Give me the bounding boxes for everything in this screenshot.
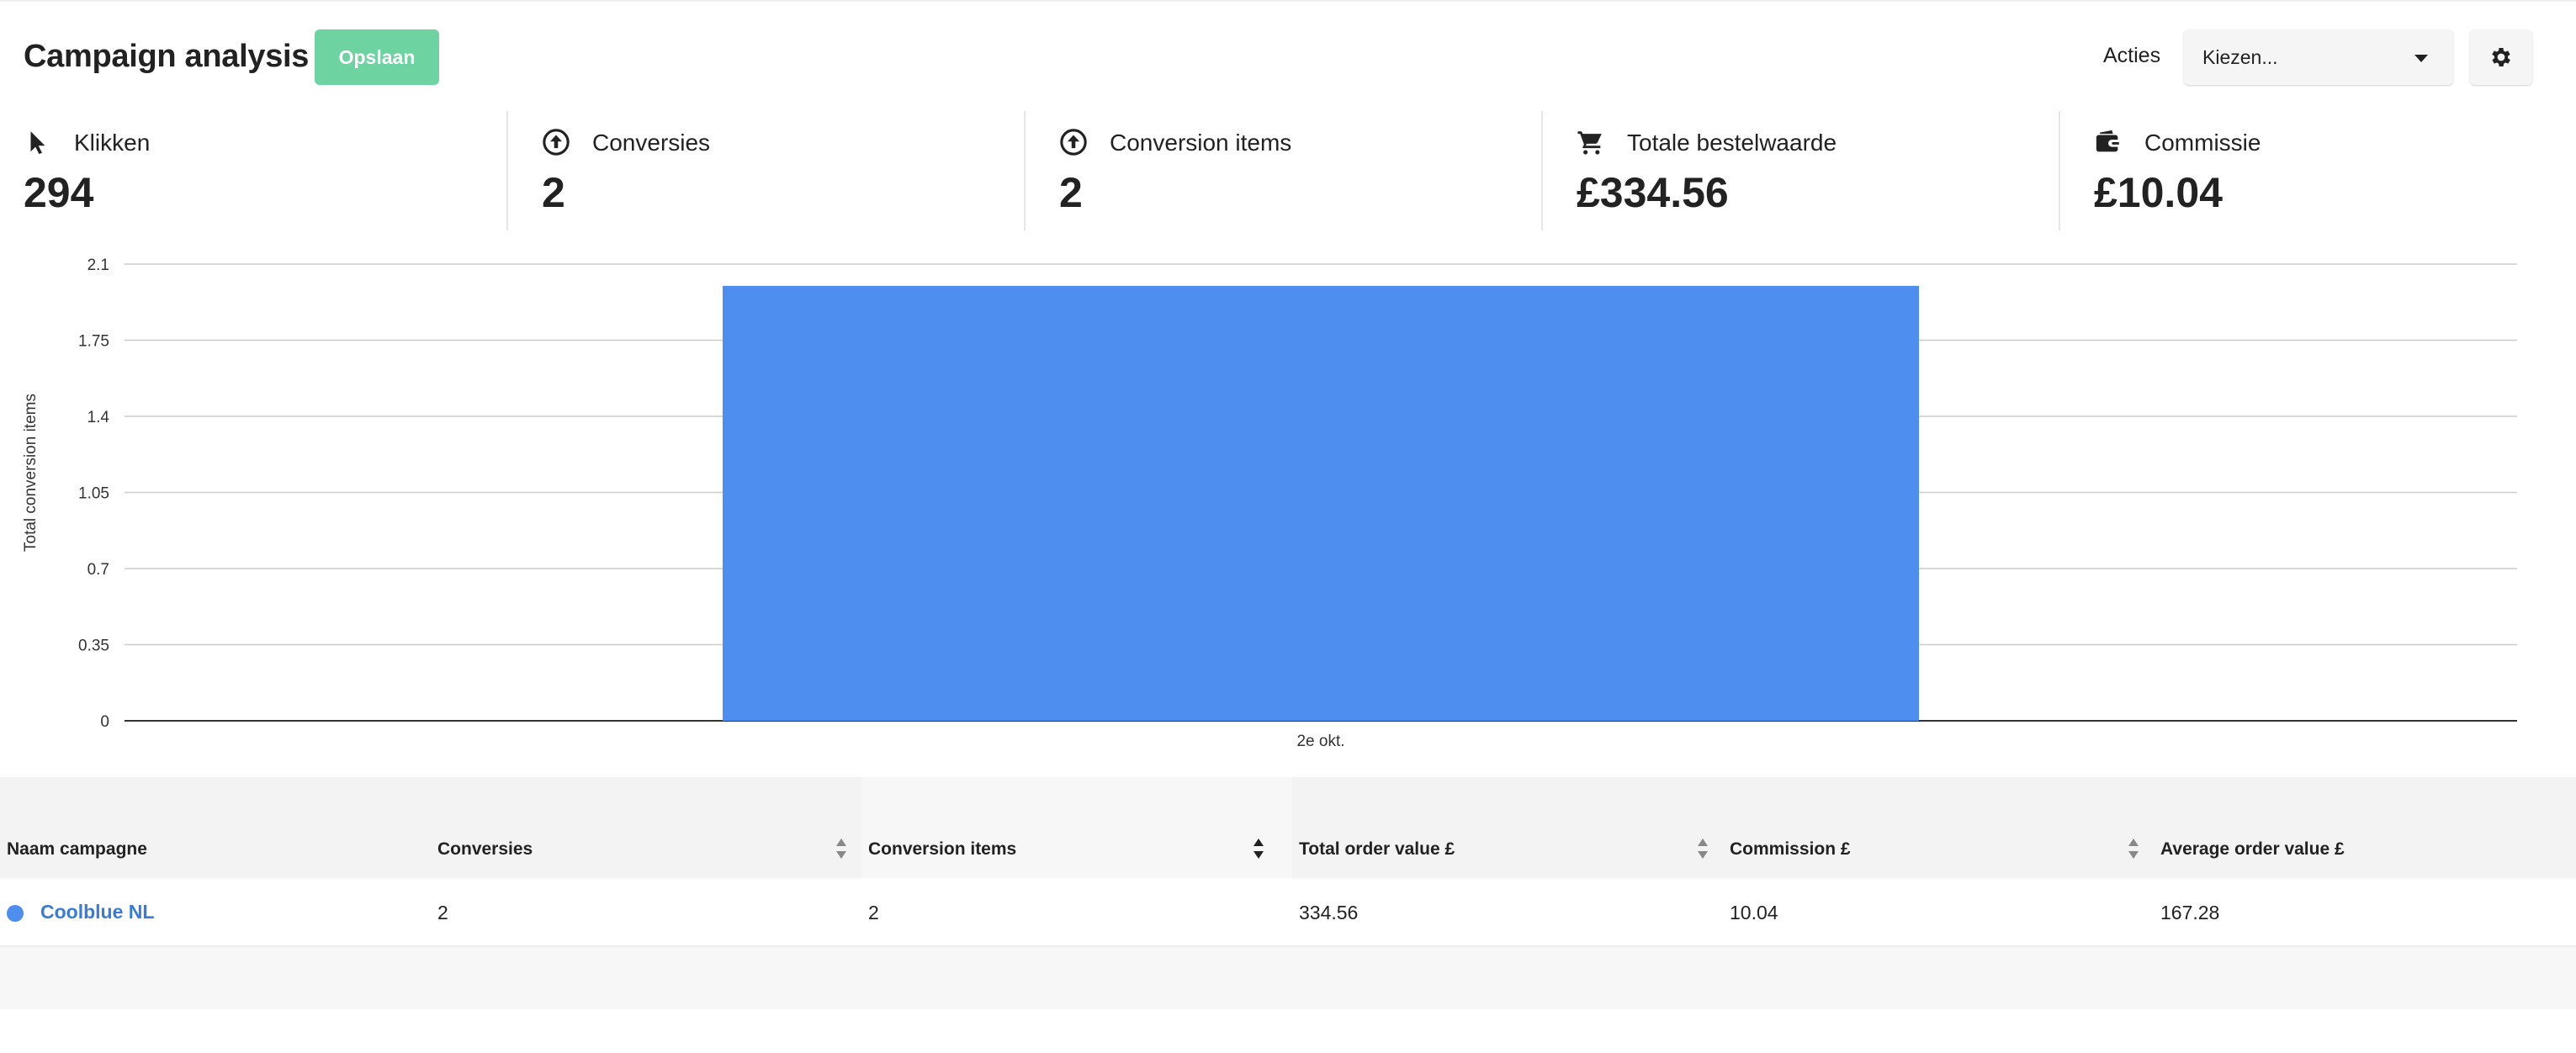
sort-icon[interactable] <box>1696 836 1709 861</box>
cart-icon <box>1577 131 1602 155</box>
cell-value: 2 <box>868 902 879 923</box>
table-row[interactable]: Coolblue NL 2 2 334.56 10.04 167.28 <box>0 878 2576 945</box>
chevron-down-icon <box>2414 55 2428 62</box>
column-header[interactable]: Total order value £ <box>1292 777 1723 878</box>
sort-icon[interactable] <box>1252 836 1265 861</box>
cursor-icon <box>30 131 45 155</box>
conversion-items-chart: 0 0.35 0.7 1.05 1.4 1.75 2.1 2e okt. Total con… <box>22 257 2517 750</box>
y-tick-label: 2.1 <box>87 257 109 274</box>
wallet-icon <box>2096 130 2119 152</box>
cell-campaign: Coolblue NL <box>0 878 431 945</box>
arrow-up-circle-icon <box>543 129 570 156</box>
kpi-value: £10.04 <box>2094 169 2223 216</box>
page-title: Campaign analysis <box>24 39 310 74</box>
kpi-value: 2 <box>1059 169 1083 216</box>
chart-y-ticks: 0 0.35 0.7 1.05 1.4 1.75 2.1 <box>78 257 109 731</box>
cell-conversions: 2 <box>431 878 861 945</box>
kpi-label: Klikken <box>74 130 151 156</box>
kpi-value: 2 <box>542 169 565 216</box>
chart-bars <box>723 285 1919 721</box>
bar <box>723 285 1919 721</box>
y-tick-label: 0 <box>100 713 109 731</box>
cell-total-order-value: 334.56 <box>1292 878 1723 945</box>
save-button[interactable]: Opslaan <box>315 29 439 85</box>
y-tick-label: 0.7 <box>87 561 109 579</box>
x-tick-label: 2e okt. <box>1296 733 1344 750</box>
cell-value: 334.56 <box>1299 902 1359 923</box>
gear-icon <box>2492 48 2510 66</box>
chart-y-axis-label: Total conversion items <box>22 394 40 552</box>
sort-icon[interactable] <box>835 836 848 861</box>
settings-button[interactable] <box>2470 29 2532 85</box>
y-tick-label: 1.75 <box>78 333 109 351</box>
column-header: Average order value £ <box>2154 777 2576 878</box>
cell-conversion-items: 2 <box>861 878 1292 945</box>
cell-value: 2 <box>437 902 448 923</box>
kpi-commission: Commissie £10.04 <box>2059 111 2576 230</box>
column-header[interactable]: Conversies <box>431 777 861 878</box>
cell-value: 10.04 <box>1730 902 1778 923</box>
series-color-dot <box>7 905 24 922</box>
column-header-label: Commission £ <box>1730 839 1851 859</box>
kpi-label: Conversies <box>592 130 711 156</box>
column-header-label: Average order value £ <box>2160 839 2345 859</box>
kpi-label: Totale bestelwaarde <box>1627 130 1837 156</box>
column-header-label: Conversies <box>437 839 533 859</box>
cell-commission: 10.04 <box>1723 878 2154 945</box>
y-tick-label: 1.05 <box>78 485 109 503</box>
kpi-conversions: Conversies 2 <box>506 111 1024 230</box>
kpi-label: Commissie <box>2144 130 2261 156</box>
table-footer <box>0 945 2576 1009</box>
campaign-link[interactable]: Coolblue NL <box>40 901 154 923</box>
column-header-label: Total order value £ <box>1299 839 1455 859</box>
cell-value: 167.28 <box>2160 902 2220 923</box>
top-border <box>0 0 2576 2</box>
kpi-value: 294 <box>24 169 94 216</box>
arrow-up-circle-icon <box>1060 129 1087 156</box>
column-header[interactable]: Conversion items <box>861 777 1292 878</box>
y-tick-label: 1.4 <box>87 409 110 426</box>
kpi-row: Klikken 294 Conversies 2 Conversion item… <box>0 111 2576 230</box>
page-header: Campaign analysis Opslaan Acties Kiezen.… <box>0 24 2576 94</box>
column-header-label: Conversion items <box>868 839 1017 859</box>
column-header-label: Naam campagne <box>7 839 147 859</box>
y-tick-label: 0.35 <box>78 638 109 655</box>
actions-select[interactable]: Kiezen... <box>2184 29 2453 85</box>
column-header: Naam campagne <box>0 777 431 878</box>
table-header: Naam campagne Conversies Conversion items T… <box>0 777 2576 878</box>
sort-icon[interactable] <box>2127 836 2140 861</box>
cell-average-order-value: 167.28 <box>2154 878 2576 945</box>
campaign-table: Naam campagne Conversies Conversion items T… <box>0 777 2576 1009</box>
column-header[interactable]: Commission £ <box>1723 777 2154 878</box>
actions-select-value: Kiezen... <box>2202 46 2278 68</box>
chart-x-ticks: 2e okt. <box>1296 733 1344 750</box>
kpi-clicks: Klikken 294 <box>0 111 517 230</box>
kpi-label: Conversion items <box>1110 130 1292 156</box>
kpi-total-order-value: Totale bestelwaarde £334.56 <box>1541 111 2059 230</box>
kpi-value: £334.56 <box>1577 169 1729 216</box>
actions-label: Acties <box>2103 44 2161 67</box>
kpi-conversion-items: Conversion items 2 <box>1024 111 1541 230</box>
